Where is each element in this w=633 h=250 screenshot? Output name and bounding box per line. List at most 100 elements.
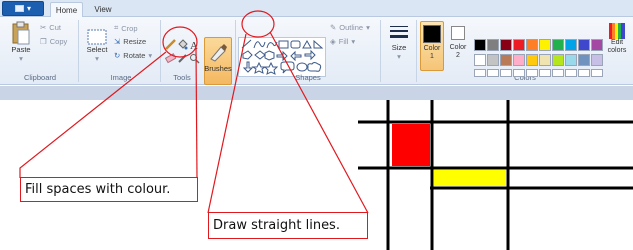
palette-custom-slot[interactable] (513, 69, 525, 77)
color-picker-icon[interactable] (177, 53, 188, 64)
rotate-label: Rotate (123, 51, 146, 60)
red-block (392, 124, 430, 166)
shapes-gallery[interactable] (238, 37, 326, 77)
tools-group-label: Tools (173, 73, 191, 82)
line-size-icon (390, 26, 408, 38)
copy-label: Copy (49, 37, 68, 46)
color1-label: Color 1 (423, 45, 441, 60)
ribbon-separator (160, 20, 161, 82)
size-label: Size (391, 43, 407, 52)
size-button[interactable]: Size ▾ (386, 23, 412, 61)
file-menu-icon (14, 5, 24, 12)
palette-swatch[interactable] (513, 54, 525, 66)
palette-swatch[interactable] (500, 39, 512, 51)
palette-swatch[interactable] (591, 54, 603, 66)
magnifier-icon[interactable] (189, 53, 200, 64)
fill-callout: Fill spaces with colour. (20, 177, 198, 202)
resize-button[interactable]: ⇲ Resize (114, 37, 146, 46)
file-menu-button[interactable]: ▾ (2, 1, 44, 16)
palette-custom-slot[interactable] (565, 69, 577, 77)
palette-swatch[interactable] (565, 54, 577, 66)
palette-swatch[interactable] (526, 54, 538, 66)
color2-button[interactable]: Color 2 (447, 21, 469, 71)
color2-swatch (451, 26, 465, 40)
edit-colors-button[interactable]: Edit colors (603, 23, 631, 55)
shapes-gallery-icons (241, 39, 324, 75)
palette-swatch[interactable] (500, 54, 512, 66)
fill-icon: ◈ (330, 37, 336, 46)
shape-fill-dropdown[interactable]: ◈ Fill ▾ (330, 37, 355, 46)
paste-button[interactable]: Paste ▾ (6, 21, 36, 63)
palette-swatch[interactable] (565, 39, 577, 51)
ribbon-separator (416, 20, 417, 82)
rainbow-icon (609, 23, 625, 39)
fill-label: Fill (338, 37, 349, 46)
outline-pen-icon: ✎ (330, 23, 337, 32)
fill-bucket-icon[interactable] (177, 39, 188, 50)
rotate-button[interactable]: ↻ Rotate ▾ (114, 51, 152, 60)
cut-label: Cut (49, 23, 61, 32)
palette-swatch[interactable] (487, 39, 499, 51)
color1-button[interactable]: Color 1 (420, 21, 444, 71)
ribbon-separator (380, 20, 381, 82)
palette-custom-slot[interactable] (539, 69, 551, 77)
outline-dropdown-icon: ▾ (366, 23, 370, 32)
tab-home[interactable]: Home (50, 2, 83, 18)
brushes-label: Brushes (204, 64, 232, 73)
color2-label: Color 2 (449, 44, 467, 59)
palette-swatch[interactable] (539, 39, 551, 51)
tab-view[interactable]: View (88, 2, 118, 17)
palette-swatch[interactable] (552, 54, 564, 66)
outline-label: Outline (339, 23, 364, 32)
shape-outline-dropdown[interactable]: ✎ Outline ▾ (330, 23, 370, 32)
palette-custom-slot[interactable] (500, 69, 512, 77)
palette-custom-slot[interactable] (487, 69, 499, 77)
ribbon-separator (78, 20, 79, 82)
crop-button[interactable]: ⌗ Crop (114, 23, 138, 33)
text-tool-icon[interactable]: A (189, 39, 200, 52)
palette-swatch[interactable] (513, 39, 525, 51)
paste-icon (12, 21, 30, 45)
shapes-group-label: Shapes (295, 73, 321, 82)
edit-colors-label: Edit colors (607, 39, 627, 54)
lines-callout: Draw straight lines. (208, 212, 368, 239)
palette-custom-slot[interactable] (591, 69, 603, 77)
rotate-icon: ↻ (114, 51, 121, 60)
select-button[interactable]: Select ▾ (84, 29, 110, 63)
select-rectangle-icon (87, 29, 107, 45)
palette-swatch[interactable] (487, 54, 499, 66)
clipboard-group-label: Clipboard (23, 73, 57, 82)
copy-button[interactable]: ❐ Copy (40, 37, 67, 46)
image-group-label: Image (110, 73, 132, 82)
resize-label: Resize (123, 37, 147, 46)
palette-swatch[interactable] (474, 39, 486, 51)
eraser-icon[interactable] (164, 53, 177, 64)
svg-text:A: A (190, 40, 198, 50)
palette-custom-slot[interactable] (526, 69, 538, 77)
yellow-block (434, 170, 506, 186)
fill-dropdown-icon: ▾ (351, 37, 356, 46)
palette-swatch[interactable] (552, 39, 564, 51)
rotate-dropdown-icon: ▾ (148, 51, 153, 60)
paste-label: Paste (11, 45, 31, 54)
scissors-icon: ✂ (40, 23, 47, 32)
pencil-icon[interactable] (165, 39, 176, 50)
select-label: Select (86, 45, 108, 54)
cut-button[interactable]: ✂ Cut (40, 23, 61, 32)
palette-custom-slot[interactable] (578, 69, 590, 77)
copy-icon: ❐ (40, 37, 47, 46)
palette-custom-slot[interactable] (552, 69, 564, 77)
brush-icon (210, 44, 227, 62)
palette-swatch[interactable] (526, 39, 538, 51)
brushes-button[interactable]: Brushes (204, 37, 232, 85)
color1-swatch (423, 25, 441, 43)
palette-swatch[interactable] (591, 39, 603, 51)
paste-dropdown-icon: ▾ (19, 54, 23, 63)
palette-swatch[interactable] (474, 54, 486, 66)
palette-swatch[interactable] (578, 54, 590, 66)
ribbon-separator (235, 20, 236, 82)
palette-swatch[interactable] (539, 54, 551, 66)
ribbon: Paste ▾ ✂ Cut ❐ Copy Clipboard Select ▾ … (0, 17, 633, 85)
palette-swatch[interactable] (578, 39, 590, 51)
palette-custom-slot[interactable] (474, 69, 486, 77)
